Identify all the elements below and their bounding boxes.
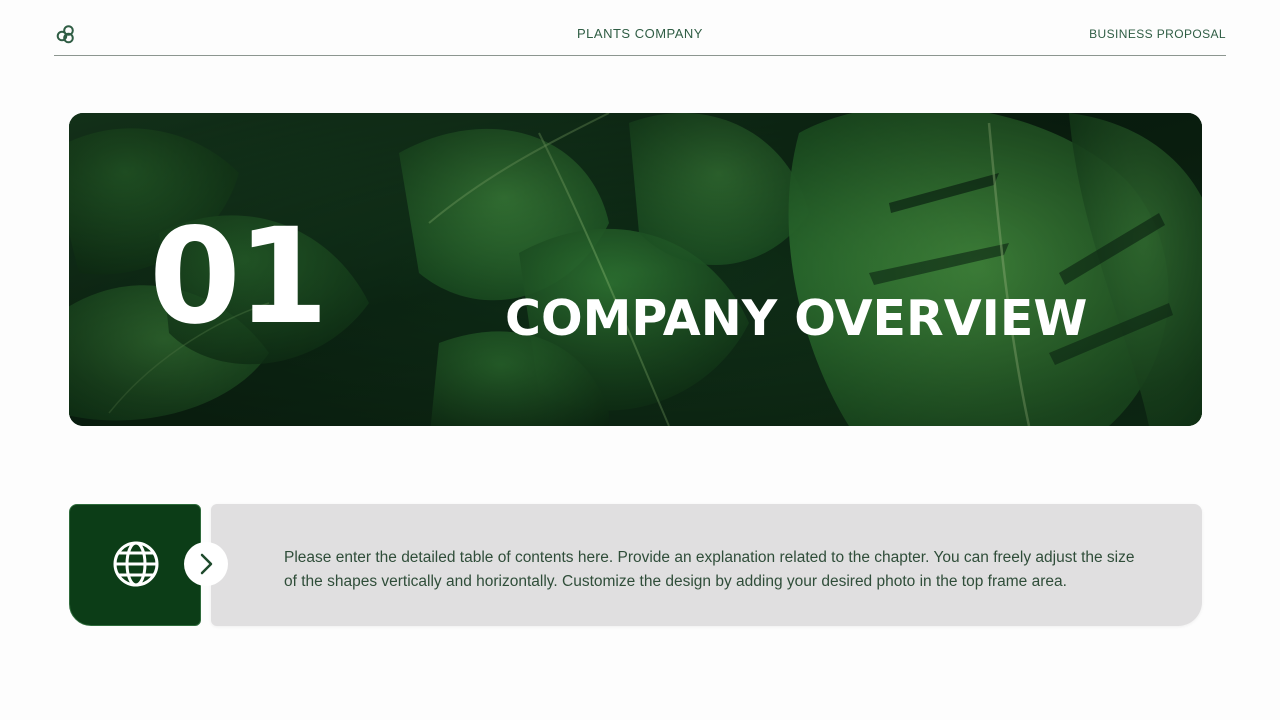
chapter-description: Please enter the detailed table of conte… (284, 549, 1135, 590)
chevron-right-icon (200, 553, 213, 575)
hero-banner: 01 COMPANY OVERVIEW (69, 113, 1202, 426)
company-name: PLANTS COMPANY (577, 26, 703, 41)
section-icon-tile (69, 504, 201, 626)
header-divider (54, 55, 1226, 56)
chapter-number: 01 (149, 200, 329, 354)
next-button[interactable] (184, 542, 228, 586)
chapter-title: COMPANY OVERVIEW (505, 290, 1088, 347)
globe-icon (113, 541, 159, 587)
document-type: BUSINESS PROPOSAL (1089, 27, 1226, 41)
